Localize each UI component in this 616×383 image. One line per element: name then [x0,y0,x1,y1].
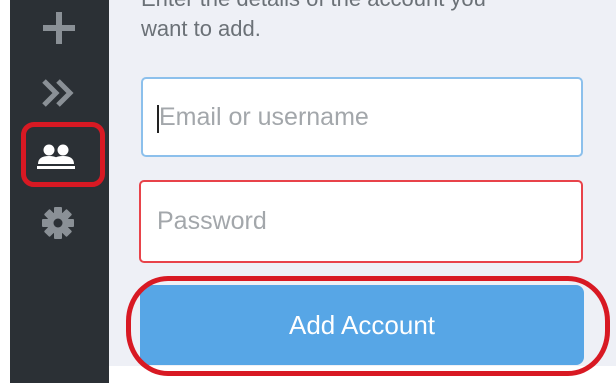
password-field[interactable] [139,180,583,263]
instructions-text: Enter the details of the account you wan… [141,0,616,44]
email-input[interactable] [159,79,559,155]
plus-icon[interactable] [39,8,79,48]
add-account-panel: Enter the details of the account you wan… [109,0,616,383]
gear-icon[interactable] [40,205,76,241]
accounts-icon[interactable] [37,142,75,170]
password-input[interactable] [157,182,557,261]
email-field[interactable] [141,77,583,157]
instructions-line-1: Enter the details of the account you [141,0,616,14]
instructions-line-2: want to add. [141,16,261,41]
double-chevron-right-icon[interactable] [41,78,77,108]
bottom-strip [109,366,616,383]
sidebar [10,0,109,383]
add-account-button[interactable]: Add Account [140,285,584,365]
